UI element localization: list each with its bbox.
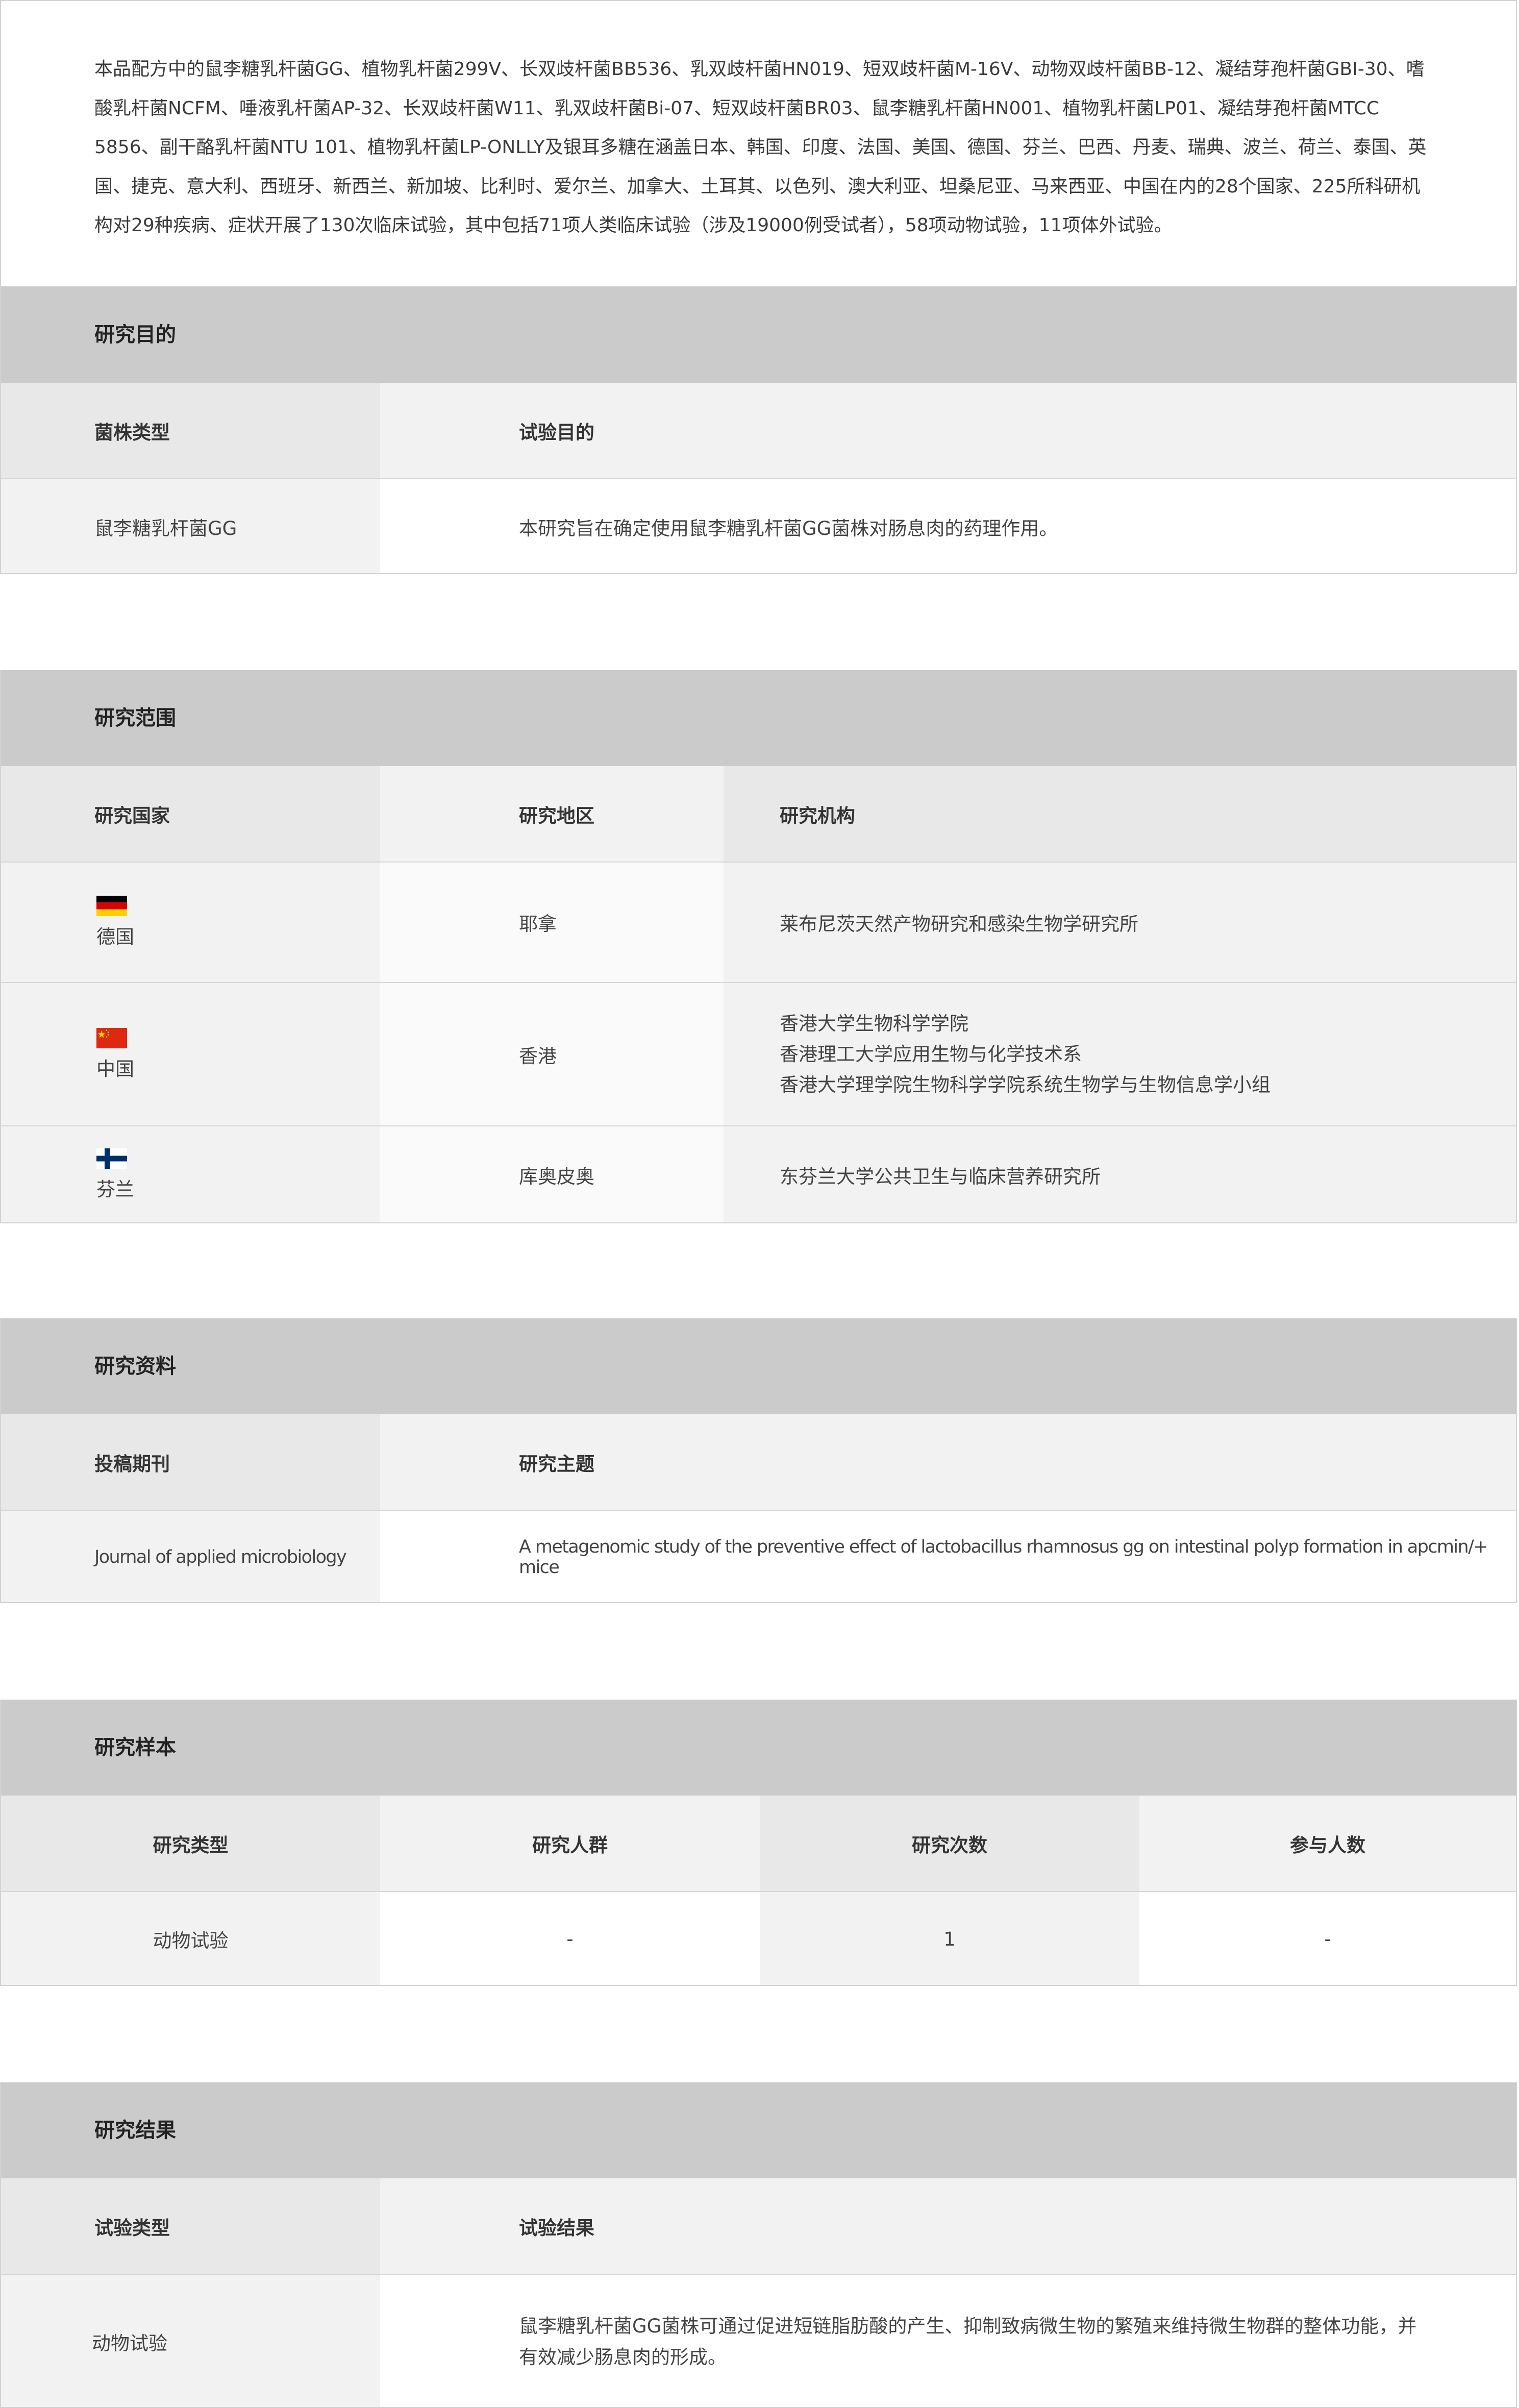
cell-institution: 莱布尼茨天然产物研究和感染生物学研究所: [724, 863, 1516, 982]
section-title-bar: 研究样本: [1, 1700, 1516, 1796]
section-title-bar: 研究资料: [1, 1318, 1516, 1414]
cell-trial-type: 动物试验: [1, 2275, 380, 2407]
section-title: 研究范围: [94, 706, 176, 730]
cell-study-count: 1: [760, 1892, 1139, 1985]
institution-line: 香港大学生物科学学院: [780, 1012, 968, 1035]
section-scope: 研究范围 研究国家 研究地区 研究机构 德国 耶拿 莱布尼茨天然产物研究和感染生…: [0, 670, 1517, 1223]
table-header-row: 研究国家 研究地区 研究机构: [1, 766, 1516, 863]
header-trial-purpose: 试验目的: [380, 383, 1516, 478]
table-row: 动物试验 鼠李糖乳杆菌GG菌株可通过促进短链脂肪酸的产生、抑制致病微生物的繁殖来…: [1, 2275, 1516, 2407]
cell-trial-result: 鼠李糖乳杆菌GG菌株可通过促进短链脂肪酸的产生、抑制致病微生物的繁殖来维持微生物…: [380, 2275, 1516, 2407]
header-trial-result: 试验结果: [380, 2178, 1516, 2274]
header-region: 研究地区: [380, 766, 724, 862]
institution-line: 香港理工大学应用生物与化学技术系: [780, 1043, 1082, 1065]
cell-strain: 鼠李糖乳杆菌GG: [1, 479, 380, 573]
section-title-bar: 研究范围: [1, 670, 1516, 766]
cell-study-type: 动物试验: [1, 1892, 380, 1985]
table-header-row: 菌株类型 试验目的: [1, 383, 1516, 479]
cell-country: 德国: [1, 863, 380, 982]
header-institution: 研究机构: [724, 766, 1516, 862]
header-trial-type: 试验类型: [1, 2178, 380, 2274]
trial-result-text: 鼠李糖乳杆菌GG菌株可通过促进短链脂肪酸的产生、抑制致病微生物的繁殖来维持微生物…: [519, 2315, 1417, 2368]
intro-text: 本品配方中的鼠李糖乳杆菌GG、植物乳杆菌299V、长双歧杆菌BB536、乳双歧杆…: [94, 59, 1427, 236]
cell-region: 香港: [380, 983, 724, 1125]
section-results: 研究结果 试验类型 试验结果 动物试验 鼠李糖乳杆菌GG菌株可通过促进短链脂肪酸…: [0, 2082, 1517, 2408]
header-study-type: 研究类型: [1, 1796, 380, 1891]
table-row: 德国 耶拿 莱布尼茨天然产物研究和感染生物学研究所: [1, 863, 1516, 983]
cell-region: 库奥皮奥: [380, 1126, 724, 1222]
table-header-row: 试验类型 试验结果: [1, 2178, 1516, 2275]
table-row: 中国 香港 香港大学生物科学学院 香港理工大学应用生物与化学技术系 香港大学理学…: [1, 983, 1516, 1126]
country-label: 德国: [96, 926, 134, 948]
section-title-bar: 研究目的: [1, 287, 1516, 383]
cell-region: 耶拿: [380, 863, 724, 982]
finland-flag-icon: [96, 1148, 127, 1169]
cell-population: -: [380, 1892, 760, 1985]
table-header-row: 投稿期刊 研究主题: [1, 1414, 1516, 1511]
section-sample: 研究样本 研究类型 研究人群 研究次数 参与人数 动物试验 - 1 -: [0, 1700, 1517, 1986]
table-header-row: 研究类型 研究人群 研究次数 参与人数: [1, 1796, 1516, 1892]
cell-purpose: 本研究旨在确定使用鼠李糖乳杆菌GG菌株对肠息肉的药理作用。: [380, 479, 1516, 573]
country-label: 芬兰: [96, 1178, 134, 1200]
cell-institution: 香港大学生物科学学院 香港理工大学应用生物与化学技术系 香港大学理学院生物科学学…: [724, 983, 1516, 1125]
section-title: 研究样本: [94, 1736, 176, 1759]
header-participants: 参与人数: [1139, 1796, 1516, 1891]
cell-country: 中国: [1, 983, 380, 1125]
cell-topic: A metagenomic study of the preventive ef…: [380, 1511, 1516, 1602]
section-title: 研究结果: [94, 2119, 176, 2142]
table-row: Journal of applied microbiology A metage…: [1, 1511, 1516, 1602]
section-title-bar: 研究结果: [1, 2082, 1516, 2178]
china-flag-icon: [96, 1027, 127, 1048]
table-row: 芬兰 库奥皮奥 东芬兰大学公共卫生与临床营养研究所: [1, 1126, 1516, 1222]
section-title: 研究目的: [94, 323, 176, 347]
table-row: 动物试验 - 1 -: [1, 1892, 1516, 1985]
header-journal: 投稿期刊: [1, 1414, 380, 1510]
country-label: 中国: [96, 1058, 134, 1080]
header-strain-type: 菌株类型: [1, 383, 380, 478]
header-study-count: 研究次数: [760, 1796, 1139, 1891]
intro-box: 本品配方中的鼠李糖乳杆菌GG、植物乳杆菌299V、长双歧杆菌BB536、乳双歧杆…: [0, 0, 1517, 287]
table-row: 鼠李糖乳杆菌GG 本研究旨在确定使用鼠李糖乳杆菌GG菌株对肠息肉的药理作用。: [1, 479, 1516, 573]
section-materials: 研究资料 投稿期刊 研究主题 Journal of applied microb…: [0, 1318, 1517, 1603]
cell-participants: -: [1139, 1892, 1516, 1985]
section-purpose: 研究目的 菌株类型 试验目的 鼠李糖乳杆菌GG 本研究旨在确定使用鼠李糖乳杆菌G…: [0, 287, 1517, 574]
header-population: 研究人群: [380, 1796, 760, 1891]
cell-country: 芬兰: [1, 1126, 380, 1222]
germany-flag-icon: [96, 896, 127, 916]
header-topic: 研究主题: [380, 1414, 1516, 1510]
section-title: 研究资料: [94, 1355, 176, 1378]
institution-line: 香港大学理学院生物科学学院系统生物学与生物信息学小组: [780, 1073, 1271, 1096]
cell-journal: Journal of applied microbiology: [1, 1511, 380, 1602]
header-country: 研究国家: [1, 766, 380, 862]
cell-institution: 东芬兰大学公共卫生与临床营养研究所: [724, 1126, 1516, 1222]
